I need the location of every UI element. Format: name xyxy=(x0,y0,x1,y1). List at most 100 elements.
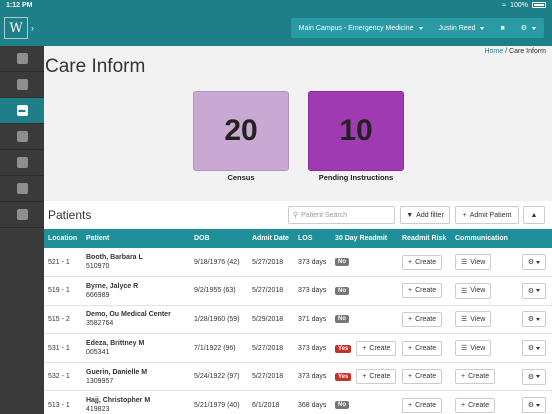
row-actions-menu[interactable]: ⚙ xyxy=(521,397,546,414)
location-cell: 531 - 1 xyxy=(48,344,70,352)
patient-name[interactable]: Booth, Barbara L xyxy=(86,254,190,261)
chevron-down-icon xyxy=(536,346,540,350)
col-dob[interactable]: DOB xyxy=(190,229,248,248)
readmit-yes-badge: Yes xyxy=(335,344,352,353)
create-label: Create xyxy=(415,401,437,409)
breadcrumb-home-link[interactable]: Home xyxy=(484,48,503,55)
add-filter-button[interactable]: ▼ Add filter xyxy=(400,206,450,224)
patient-cell[interactable]: Hajj, Christopher M 419823 xyxy=(82,391,190,414)
col-communication[interactable]: Communication xyxy=(451,229,513,248)
communication-create-button[interactable]: + Create xyxy=(455,397,496,413)
create-label: Create xyxy=(468,373,490,381)
clipboard-icon xyxy=(16,157,28,168)
readmit-risk-create-button[interactable]: + Create xyxy=(402,369,443,385)
list-icon: ☰ xyxy=(461,345,468,353)
dob-cell: 5/24/1922 (97) xyxy=(194,373,240,381)
readmit-risk-create-button[interactable]: + Create xyxy=(402,311,443,327)
patient-mrn: 510970 xyxy=(86,263,110,271)
col-30-day-readmit[interactable]: 30 Day Readmit xyxy=(331,229,398,248)
actions-cell: ⚙ xyxy=(513,305,552,334)
row-actions-menu[interactable]: ⚙ xyxy=(521,254,546,271)
patient-cell[interactable]: Byrne, Jalyce R 666989 xyxy=(82,277,190,306)
dob-cell: 9/2/1955 (63) xyxy=(194,287,236,295)
sidebar-item-4[interactable] xyxy=(0,124,44,150)
table-row[interactable]: 531 - 1 Edeza, Brittney M 005341 7/1/192… xyxy=(44,334,552,363)
row-actions-menu[interactable]: ⚙ xyxy=(521,368,546,385)
col-actions xyxy=(513,229,552,248)
patient-cell[interactable]: Edeza, Brittney M 005341 xyxy=(82,334,190,363)
communication-cell: + Create xyxy=(451,362,513,391)
admit-date-cell: 5/29/2018 xyxy=(252,315,284,323)
table-row[interactable]: 521 - 1 Booth, Barbara L 510970 9/18/197… xyxy=(44,248,552,277)
row-actions-menu[interactable]: ⚙ xyxy=(521,311,546,328)
user-menu[interactable]: Justin Reed xyxy=(431,18,493,38)
messages-button[interactable]: ■ xyxy=(492,18,512,38)
col-patient[interactable]: Patient xyxy=(82,229,190,248)
readmit-no-badge: No xyxy=(335,315,349,324)
sidebar-item-7[interactable] xyxy=(0,202,44,228)
expand-sidebar-icon[interactable]: › xyxy=(31,23,34,33)
patient-search-field[interactable]: ⚲ Patient Search xyxy=(288,206,395,224)
table-row[interactable]: 515 - 2 Demo, Ou Medical Center 3582764 … xyxy=(44,305,552,334)
communication-view-button[interactable]: ☰ View xyxy=(455,282,492,299)
patient-name[interactable]: Demo, Ou Medical Center xyxy=(86,311,190,318)
patient-name[interactable]: Hajj, Christopher M xyxy=(86,397,190,404)
chevron-down-icon xyxy=(536,260,540,264)
readmit-risk-create-button[interactable]: + Create xyxy=(402,283,443,299)
sidebar-item-6[interactable] xyxy=(0,176,44,202)
readmit-risk-create-button[interactable]: + Create xyxy=(402,254,443,270)
patient-name[interactable]: Guerin, Danielle M xyxy=(86,369,190,376)
readmit-risk-create-button[interactable]: + Create xyxy=(402,397,443,413)
sidebar-item-1[interactable] xyxy=(0,46,44,72)
communication-view-button[interactable]: ☰ View xyxy=(455,311,492,328)
gear-icon: ⚙ xyxy=(520,25,527,32)
collapse-panel-button[interactable]: ▲ xyxy=(523,206,545,224)
patient-cell[interactable]: Guerin, Danielle M 1309957 xyxy=(82,362,190,391)
pending-instructions-tile[interactable]: 10 xyxy=(308,91,404,171)
create-label: Create xyxy=(415,258,437,266)
readmit-create-button[interactable]: + Create xyxy=(356,369,397,385)
row-actions-menu[interactable]: ⚙ xyxy=(521,282,546,299)
page-title: Care Inform xyxy=(45,56,146,77)
table-row[interactable]: 519 - 1 Byrne, Jalyce R 666989 9/2/1955 … xyxy=(44,277,552,306)
communication-view-button[interactable]: ☰ View xyxy=(455,340,492,357)
col-los[interactable]: LOS xyxy=(294,229,331,248)
settings-menu[interactable]: ⚙ xyxy=(513,18,544,38)
row-actions-menu[interactable]: ⚙ xyxy=(521,340,546,357)
readmit-risk-cell: + Create xyxy=(398,248,451,277)
readmit-risk-create-button[interactable]: + Create xyxy=(402,340,443,356)
sidebar-item-2[interactable] xyxy=(0,72,44,98)
table-row[interactable]: 513 - 1 Hajj, Christopher M 419823 5/21/… xyxy=(44,391,552,414)
create-label: Create xyxy=(415,373,437,381)
location-cell: 513 - 1 xyxy=(48,401,70,409)
inbox-icon xyxy=(16,183,28,194)
communication-create-button[interactable]: + Create xyxy=(455,369,496,385)
col-location[interactable]: Location xyxy=(44,229,82,248)
census-tile[interactable]: 20 xyxy=(193,91,289,171)
communication-view-button[interactable]: ☰ View xyxy=(455,254,492,271)
people-icon xyxy=(16,131,28,142)
admit-date-cell: 5/27/2018 xyxy=(252,344,284,352)
sidebar-item-5[interactable] xyxy=(0,150,44,176)
create-label: Create xyxy=(369,373,391,381)
sidebar-item-care-inform[interactable]: ▬ xyxy=(0,98,44,124)
col-admit-date[interactable]: Admit Date xyxy=(248,229,294,248)
col-readmit-risk[interactable]: Readmit Risk xyxy=(398,229,451,248)
patient-name[interactable]: Edeza, Brittney M xyxy=(86,340,190,347)
dob-cell: 9/18/1976 (42) xyxy=(194,258,240,266)
table-row[interactable]: 532 - 1 Guerin, Danielle M 1309957 5/24/… xyxy=(44,362,552,391)
los-cell: 373 days xyxy=(298,258,327,266)
patient-cell[interactable]: Demo, Ou Medical Center 3582764 xyxy=(82,305,190,334)
readmit-create-button[interactable]: + Create xyxy=(356,340,397,356)
sidebar: ▬ xyxy=(0,46,44,414)
patient-name[interactable]: Byrne, Jalyce R xyxy=(86,283,190,290)
admit-patient-button[interactable]: + Admit Patient xyxy=(455,206,519,224)
location-menu[interactable]: Main Campus - Emergency Medicine xyxy=(291,18,431,38)
plus-icon: + xyxy=(408,315,413,323)
add-filter-label: Add filter xyxy=(416,211,444,219)
chevron-up-icon: ▲ xyxy=(530,211,538,219)
patient-cell[interactable]: Booth, Barbara L 510970 xyxy=(82,248,190,277)
los-cell: 373 days xyxy=(298,373,327,381)
logo-area[interactable]: W › xyxy=(0,10,44,46)
patients-title: Patients xyxy=(48,208,92,222)
